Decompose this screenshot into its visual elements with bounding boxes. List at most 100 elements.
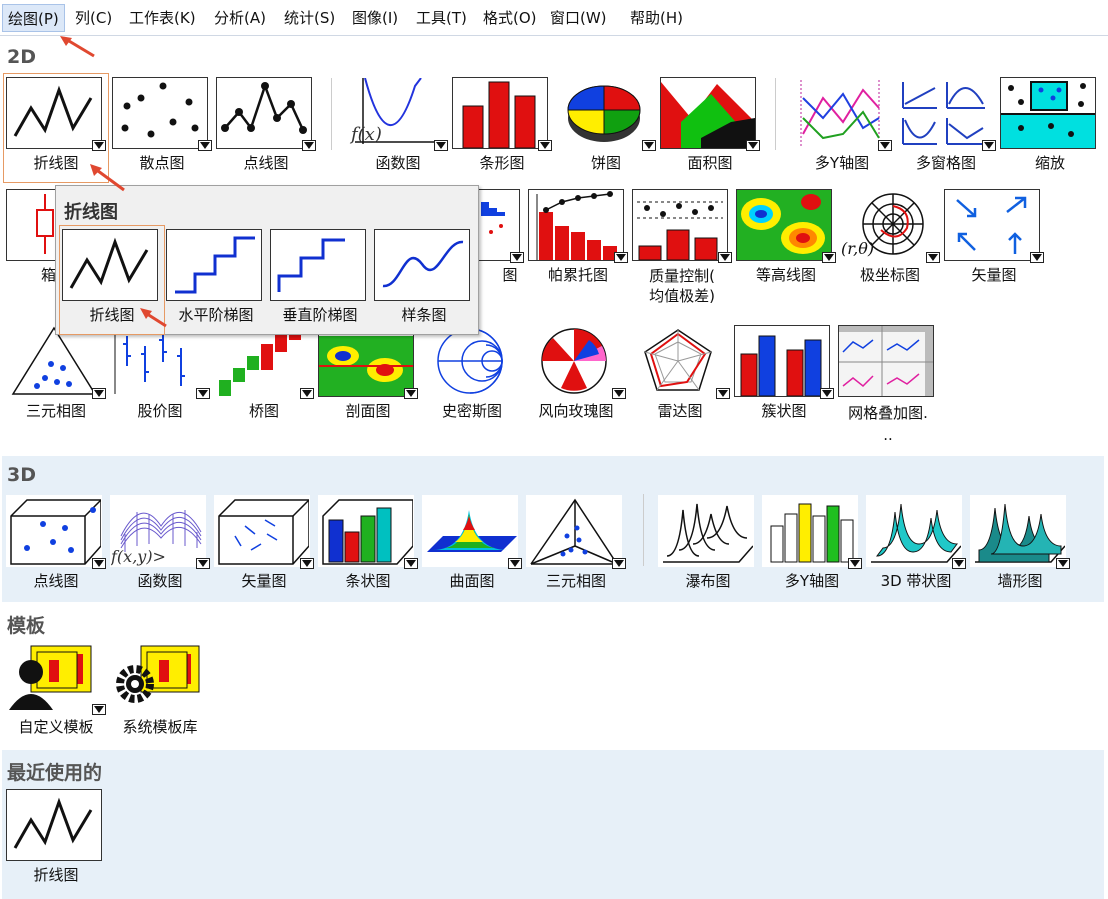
menu-window[interactable]: 窗口(W) (545, 4, 612, 32)
tile-label: 雷达图 (657, 402, 703, 420)
dropdown-arrow-icon[interactable] (718, 252, 732, 263)
tile-system-template-library[interactable]: 系统模板库 (108, 638, 212, 746)
tile-stock-chart[interactable]: 股价图 (108, 322, 212, 430)
tile-vector-plot[interactable]: 矢量图 (942, 186, 1046, 294)
tile-polar-plot[interactable]: (r,θ) 极坐标图 (838, 186, 942, 294)
tile-quality-control[interactable]: 质量控制( 均值极差) (630, 186, 734, 305)
menu-statistics[interactable]: 统计(S) (279, 4, 340, 32)
dropdown-arrow-icon[interactable] (642, 140, 656, 151)
tile-3d-vector[interactable]: 矢量图 (212, 492, 316, 600)
dropdown-arrow-icon[interactable] (822, 252, 836, 263)
menu-worksheet[interactable]: 工作表(K) (124, 4, 201, 32)
dropdown-arrow-icon[interactable] (952, 558, 966, 569)
dropdown-arrow-icon[interactable] (302, 140, 316, 151)
dropdown-arrow-icon[interactable] (92, 388, 106, 399)
tile-label: 多窗格图 (915, 154, 976, 172)
dropdown-arrow-icon[interactable] (982, 140, 996, 151)
tile-3d-scatter[interactable]: 点线图 (4, 492, 108, 600)
tile-grid-overlay[interactable]: 网格叠加图. .. (836, 322, 940, 444)
tile-3d-ribbon[interactable]: 3D 带状图 (864, 492, 968, 600)
bridge-chart-icon (214, 325, 310, 397)
tile-3d-function[interactable]: f(x,y)> 函数图 (108, 492, 212, 600)
tile-line-symbol-plot[interactable]: 点线图 (214, 74, 318, 182)
dropdown-arrow-icon[interactable] (92, 704, 106, 715)
tile-3d-bar[interactable]: 条状图 (316, 492, 420, 600)
tile-profile-plot[interactable]: 剖面图 (316, 322, 420, 430)
dropdown-arrow-icon[interactable] (198, 140, 212, 151)
menu-tools[interactable]: 工具(T) (411, 4, 472, 32)
tile-zoom[interactable]: 缩放 (998, 74, 1102, 182)
grid-overlay-icon (838, 325, 934, 397)
menu-help[interactable]: 帮助(H) (625, 4, 688, 32)
tile-3d-surface[interactable]: 曲面图 (420, 492, 524, 600)
vector-plot-icon (944, 189, 1040, 261)
tile-3d-wall[interactable]: 墙形图 (968, 492, 1072, 600)
line-plot-icon (62, 229, 158, 301)
tile-bar-chart[interactable]: 条形图 (450, 74, 554, 182)
tile-label: 条状图 (345, 572, 391, 590)
menu-plot[interactable]: 绘图(P) (2, 4, 65, 32)
dropdown-arrow-icon[interactable] (404, 558, 418, 569)
tile-smith-chart[interactable]: 史密斯图 (420, 322, 524, 430)
3d-wall-icon (970, 495, 1066, 567)
tile-label: 矢量图 (971, 266, 1017, 284)
tile-waterfall-bridge[interactable]: 桥图 (212, 322, 316, 430)
dropdown-arrow-icon[interactable] (848, 558, 862, 569)
tile-label: 垂直阶梯图 (282, 306, 358, 324)
dropdown-arrow-icon[interactable] (510, 252, 524, 263)
tile-wind-rose[interactable]: 风向玫瑰图 (524, 322, 628, 430)
dropdown-arrow-icon[interactable] (926, 252, 940, 263)
menu-analysis[interactable]: 分析(A) (209, 4, 271, 32)
dropdown-arrow-icon[interactable] (820, 388, 834, 399)
system-template-icon (110, 641, 206, 713)
tile-multi-panel[interactable]: 多窗格图 (894, 74, 998, 182)
dropdown-arrow-icon[interactable] (196, 558, 210, 569)
tile-3d-multi-y[interactable]: 多Y轴图 (760, 492, 864, 600)
dropdown-arrow-icon[interactable] (716, 388, 730, 399)
tile-label: 函数图 (137, 572, 183, 590)
tile-area-plot[interactable]: 面积图 (658, 74, 762, 182)
dropdown-arrow-icon[interactable] (434, 140, 448, 151)
dropdown-arrow-icon[interactable] (196, 388, 210, 399)
tile-pie-chart[interactable]: 饼图 (554, 74, 658, 182)
tile-grouped-bar[interactable]: 簇状图 (732, 322, 836, 430)
dropdown-arrow-icon[interactable] (612, 388, 626, 399)
dropdown-arrow-icon[interactable] (92, 140, 106, 151)
dropdown-arrow-icon[interactable] (300, 388, 314, 399)
submenu-spline[interactable]: 样条图 (372, 226, 476, 334)
dropdown-arrow-icon[interactable] (300, 558, 314, 569)
tile-recent-line-plot[interactable]: 折线图 (4, 786, 108, 894)
dropdown-arrow-icon[interactable] (404, 388, 418, 399)
tile-custom-template[interactable]: 自定义模板 (4, 638, 108, 746)
vertical-step-icon (270, 229, 366, 301)
dropdown-arrow-icon[interactable] (746, 140, 760, 151)
tile-3d-waterfall[interactable]: 瀑布图 (656, 492, 760, 600)
menu-image[interactable]: 图像(I) (347, 4, 403, 32)
contour-plot-icon (736, 189, 832, 261)
dropdown-arrow-icon[interactable] (1056, 558, 1070, 569)
dropdown-arrow-icon[interactable] (92, 558, 106, 569)
tile-pareto-chart[interactable]: 帕累托图 (526, 186, 630, 294)
submenu-horizontal-step[interactable]: 水平阶梯图 (164, 226, 268, 334)
tile-contour-plot[interactable]: 等高线图 (734, 186, 838, 294)
dropdown-arrow-icon[interactable] (612, 558, 626, 569)
tile-label: 三元相图 (545, 572, 606, 590)
svg-text:f(x,y)>: f(x,y)> (111, 547, 166, 566)
menu-column[interactable]: 列(C) (70, 4, 117, 32)
tile-function-plot[interactable]: f(x) 函数图 (346, 74, 450, 182)
tile-label: 瀑布图 (685, 572, 731, 590)
dropdown-arrow-icon[interactable] (1030, 252, 1044, 263)
tile-multi-y-axis[interactable]: 多Y轴图 (790, 74, 894, 182)
menu-format[interactable]: 格式(O) (478, 4, 542, 32)
tile-ternary-plot[interactable]: 三元相图 (4, 322, 108, 430)
tile-radar-chart[interactable]: 雷达图 (628, 322, 732, 430)
dropdown-arrow-icon[interactable] (538, 140, 552, 151)
tile-3d-ternary[interactable]: 三元相图 (524, 492, 628, 600)
svg-text:f(x): f(x) (349, 124, 382, 145)
submenu-vertical-step[interactable]: 垂直阶梯图 (268, 226, 372, 334)
dropdown-arrow-icon[interactable] (508, 558, 522, 569)
dropdown-arrow-icon[interactable] (614, 252, 628, 263)
dropdown-arrow-icon[interactable] (878, 140, 892, 151)
quality-control-icon (632, 189, 728, 261)
tile-label: 等高线图 (755, 266, 816, 284)
